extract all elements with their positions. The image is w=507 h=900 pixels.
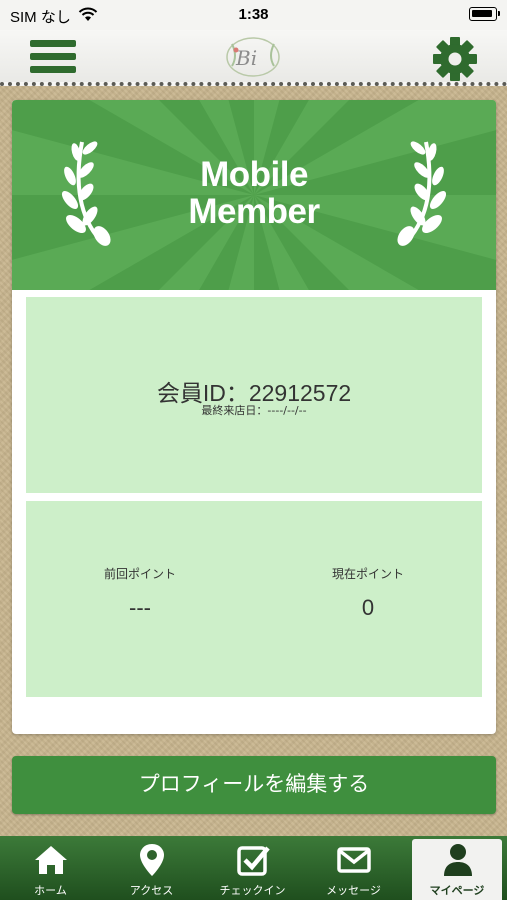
user-icon <box>444 844 472 876</box>
points-panel: 前回ポイント --- 現在ポイント 0 <box>26 501 482 697</box>
brand-logo: Bi <box>218 34 288 80</box>
gear-icon[interactable] <box>432 36 478 82</box>
tab-message[interactable]: メッセージ <box>303 836 404 900</box>
member-card: Mobile Member 会員ID：22912572 最終来店日：----/-… <box>12 100 496 734</box>
member-banner: Mobile Member <box>12 100 496 290</box>
previous-points-label: 前回ポイント <box>103 567 176 581</box>
previous-points-value: --- <box>129 595 151 620</box>
banner-title: Mobile Member <box>12 156 496 230</box>
logo-text: Bi <box>236 46 258 70</box>
tab-checkin[interactable]: チェックイン <box>202 836 303 900</box>
last-visit-date: 最終来店日：----/--/-- <box>201 404 307 417</box>
tab-mypage[interactable]: マイページ <box>412 839 502 900</box>
banner-title-line1: Mobile <box>200 155 308 194</box>
tab-message-label: メッセージ <box>326 884 381 897</box>
current-points-value: 0 <box>361 595 375 620</box>
checkbox-icon <box>237 846 270 876</box>
tab-access-label: アクセス <box>129 884 174 897</box>
tab-home[interactable]: ホーム <box>0 836 101 900</box>
app-header: Bi <box>0 30 507 86</box>
status-time: 1:38 <box>238 6 269 23</box>
bottom-tab-bar: ホーム アクセス チェックイン メッセージ マイページ <box>0 836 507 900</box>
tab-mypage-label: マイページ <box>429 884 485 897</box>
battery-icon <box>469 7 500 21</box>
edit-profile-button[interactable]: プロフィールを編集する <box>12 756 496 814</box>
tab-home-label: ホーム <box>34 884 67 897</box>
envelope-icon <box>337 847 371 873</box>
hamburger-icon[interactable] <box>30 38 76 76</box>
banner-title-line2: Member <box>188 192 320 231</box>
status-bar: SIM なし 1:38 <box>0 0 507 30</box>
member-id-panel: 会員ID：22912572 最終来店日：----/--/-- <box>26 297 482 493</box>
current-points-label: 現在ポイント <box>331 567 404 581</box>
home-icon <box>35 846 67 874</box>
tab-checkin-label: チェックイン <box>219 884 286 897</box>
tab-access[interactable]: アクセス <box>101 836 202 900</box>
map-pin-icon <box>140 844 164 876</box>
